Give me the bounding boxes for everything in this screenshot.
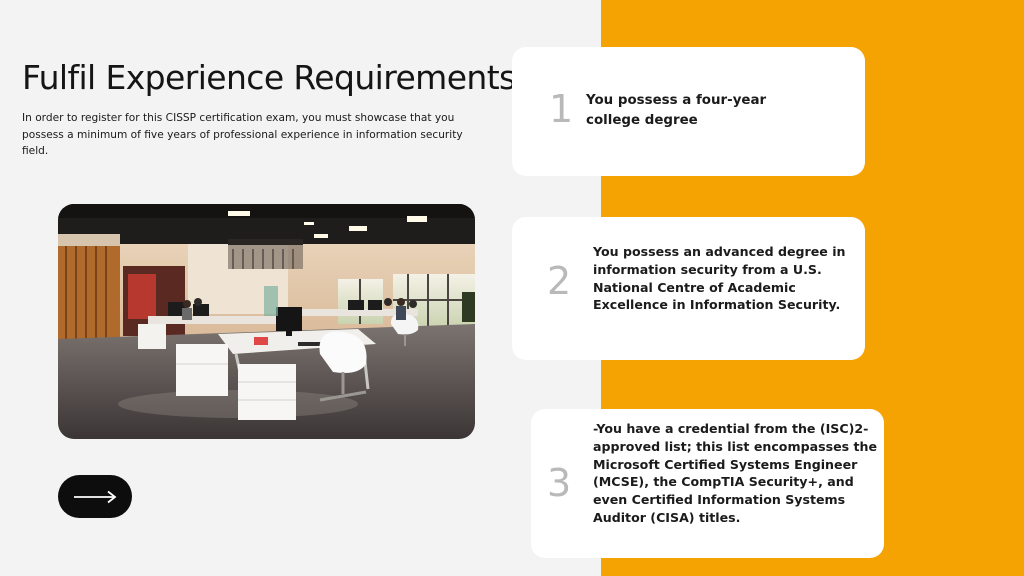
next-button[interactable]	[58, 475, 132, 518]
requirement-text: -You have a credential from the (ISC)2-a…	[593, 421, 878, 525]
requirement-card-2: 2 You possess an advanced degree in info…	[512, 217, 865, 360]
page-title: Fulfil Experience Requirements	[22, 58, 516, 97]
requirement-number: 2	[547, 259, 572, 303]
requirement-text: You possess an advanced degree in inform…	[593, 244, 846, 313]
office-photo	[58, 204, 475, 439]
requirement-card-3: 3 -You have a credential from the (ISC)2…	[531, 409, 884, 558]
requirement-number: 1	[549, 87, 574, 131]
arrow-right-icon	[74, 490, 117, 503]
requirement-card-1: 1 You possess a four-year college degree	[512, 47, 865, 176]
requirement-text: You possess a four-year college degree	[586, 93, 767, 128]
intro-paragraph: In order to register for this CISSP cert…	[22, 112, 463, 157]
requirement-number: 3	[547, 461, 572, 505]
